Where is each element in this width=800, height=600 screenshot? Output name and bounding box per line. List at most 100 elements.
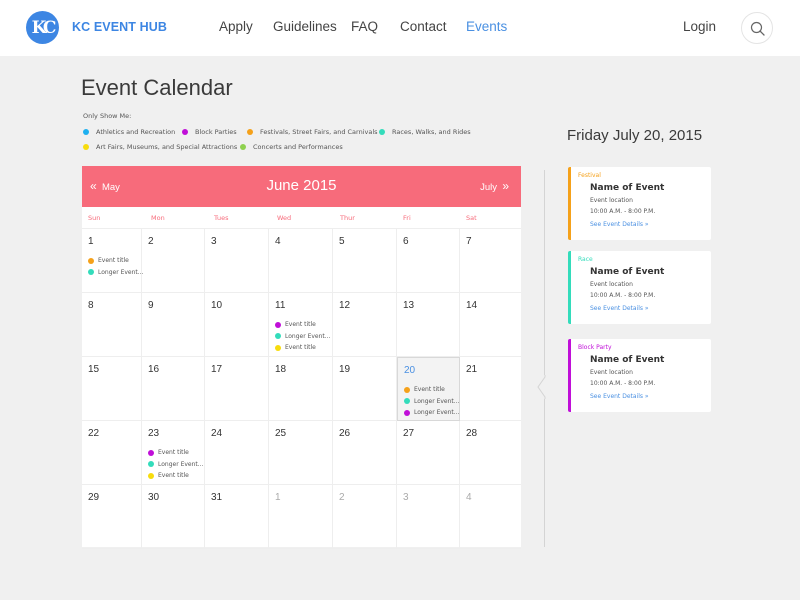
calendar-event[interactable]: Event title xyxy=(148,447,204,459)
filter-option-label: Festivals, Street Fairs, and Carnivals xyxy=(260,128,378,136)
calendar-event[interactable]: Longer Event... xyxy=(275,331,331,343)
event-category-dot-icon xyxy=(275,344,281,351)
day-number: 27 xyxy=(403,428,415,439)
day-number: 25 xyxy=(275,428,287,439)
calendar-day-cell[interactable]: 3 xyxy=(397,485,460,549)
calendar-day-cell[interactable]: 23 Event title Longer Event... Event title xyxy=(142,421,205,485)
event-location: Event location xyxy=(590,369,633,376)
day-number: 9 xyxy=(148,300,154,311)
day-number: 7 xyxy=(466,236,472,247)
calendar-day-cell[interactable]: 21 xyxy=(460,357,521,421)
timeline-divider xyxy=(544,170,545,547)
login-link[interactable]: Login xyxy=(683,19,716,34)
see-event-details-link[interactable]: See Event Details » xyxy=(590,305,649,312)
nav-guidelines[interactable]: Guidelines xyxy=(273,19,337,34)
calendar-day-cell[interactable]: 27 xyxy=(397,421,460,485)
event-time: 10:00 A.M. - 8:00 P.M. xyxy=(590,208,656,215)
day-number: 6 xyxy=(403,236,409,247)
calendar-day-cell[interactable]: 26 xyxy=(333,421,397,485)
see-event-details-link[interactable]: See Event Details » xyxy=(590,393,649,400)
category-dot-icon xyxy=(240,144,246,150)
day-number: 26 xyxy=(339,428,351,439)
event-time: 10:00 A.M. - 8:00 P.M. xyxy=(590,292,656,299)
day-number: 12 xyxy=(339,300,351,311)
calendar-day-cell[interactable]: 29 xyxy=(82,485,142,549)
calendar-event[interactable]: Event title xyxy=(148,470,204,482)
calendar-event[interactable]: Longer Event... xyxy=(148,459,204,471)
calendar-day-cell[interactable]: 11 Event title Longer Event... Event title xyxy=(269,293,333,357)
filter-option[interactable]: Festivals, Street Fairs, and Carnivals xyxy=(247,128,378,136)
calendar-event[interactable]: Longer Event... xyxy=(88,267,144,279)
event-name: Name of Event xyxy=(590,355,665,365)
calendar-day-cell[interactable]: 3 xyxy=(205,229,269,293)
see-event-details-link[interactable]: See Event Details » xyxy=(590,221,649,228)
day-number: 18 xyxy=(275,364,287,375)
calendar-day-cell[interactable]: 10 xyxy=(205,293,269,357)
calendar-day-cell[interactable]: 5 xyxy=(333,229,397,293)
calendar-day-cell[interactable]: 15 xyxy=(82,357,142,421)
calendar-day-cell[interactable]: 4 xyxy=(460,485,521,549)
calendar-day-cell[interactable]: 18 xyxy=(269,357,333,421)
calendar-day-cell[interactable]: 17 xyxy=(205,357,269,421)
calendar-event[interactable]: Longer Event... xyxy=(404,396,460,408)
event-title: Longer Event... xyxy=(414,409,460,417)
event-category-dot-icon xyxy=(88,257,94,264)
calendar-day-cell[interactable]: 1 Event title Longer Event... xyxy=(82,229,144,293)
filter-option[interactable]: Athletics and Recreation xyxy=(83,128,175,136)
nav-events[interactable]: Events xyxy=(466,19,507,34)
calendar-event[interactable]: Event title xyxy=(404,384,460,396)
calendar-day-cell[interactable]: 20 Event title Longer Event... Longer Event… xyxy=(397,357,460,421)
search-button[interactable] xyxy=(741,12,773,44)
calendar-day-cell[interactable]: 16 xyxy=(142,357,205,421)
calendar-day-cell[interactable]: 12 xyxy=(333,293,397,357)
day-number: 2 xyxy=(148,236,154,247)
calendar-day-cell[interactable]: 4 xyxy=(269,229,333,293)
filter-option[interactable]: Block Parties xyxy=(182,128,237,136)
event-name: Name of Event xyxy=(590,183,665,193)
calendar-day-cell[interactable]: 22 xyxy=(82,421,142,485)
logo-monogram: KC xyxy=(31,17,57,38)
calendar-event[interactable]: Event title xyxy=(88,255,144,267)
day-number: 30 xyxy=(148,492,160,503)
filter-option[interactable]: Art Fairs, Museums, and Special Attracti… xyxy=(83,143,237,151)
nav-contact[interactable]: Contact xyxy=(400,19,447,34)
calendar-day-cell[interactable]: 2 xyxy=(333,485,397,549)
calendar-day-cell[interactable]: 8 xyxy=(82,293,142,357)
calendar-day-cell[interactable]: 28 xyxy=(460,421,521,485)
kc-logo-icon[interactable]: KC xyxy=(26,11,59,44)
calendar-day-cell[interactable]: 9 xyxy=(142,293,205,357)
calendar-day-cell[interactable]: 1 xyxy=(269,485,333,549)
calendar-day-cell[interactable]: 13 xyxy=(397,293,460,357)
calendar-day-cell[interactable]: 30 xyxy=(142,485,205,549)
nav-apply[interactable]: Apply xyxy=(219,19,253,34)
filter-option[interactable]: Concerts and Performances xyxy=(240,143,343,151)
event-category-dot-icon xyxy=(275,333,281,340)
calendar-day-cell[interactable]: 24 xyxy=(205,421,269,485)
calendar-event[interactable]: Longer Event... xyxy=(404,407,460,419)
calendar-day-cell[interactable]: 7 xyxy=(460,229,521,293)
next-month-button[interactable]: July » xyxy=(480,179,509,193)
brand-name[interactable]: KC EVENT HUB xyxy=(72,20,167,34)
nav-faq[interactable]: FAQ xyxy=(351,19,378,34)
calendar-event[interactable]: Event title xyxy=(275,319,331,331)
calendar-day-cell[interactable]: 19 xyxy=(333,357,397,421)
event-category-dot-icon xyxy=(148,449,154,456)
page-title: Event Calendar xyxy=(81,75,233,100)
calendar-day-cell[interactable]: 31 xyxy=(205,485,269,549)
weekday-label: Sun xyxy=(88,214,101,222)
calendar-day-cell[interactable]: 14 xyxy=(460,293,521,357)
event-title: Event title xyxy=(285,344,316,352)
calendar-day-cell[interactable]: 2 xyxy=(142,229,205,293)
filter-option[interactable]: Races, Walks, and Rides xyxy=(379,128,471,136)
event-category-bar xyxy=(568,339,571,412)
event-category: Race xyxy=(578,256,593,263)
calendar-event[interactable]: Event title xyxy=(275,342,331,354)
day-number: 29 xyxy=(88,492,100,503)
calendar-day-cell[interactable]: 25 xyxy=(269,421,333,485)
day-number: 16 xyxy=(148,364,160,375)
day-number: 20 xyxy=(404,365,416,376)
weekday-header-row: Sun Mon Tues Wed Thur Fri Sat xyxy=(82,207,521,229)
calendar-day-cell[interactable]: 6 xyxy=(397,229,460,293)
day-number: 4 xyxy=(466,492,472,503)
event-category-bar xyxy=(568,167,571,240)
